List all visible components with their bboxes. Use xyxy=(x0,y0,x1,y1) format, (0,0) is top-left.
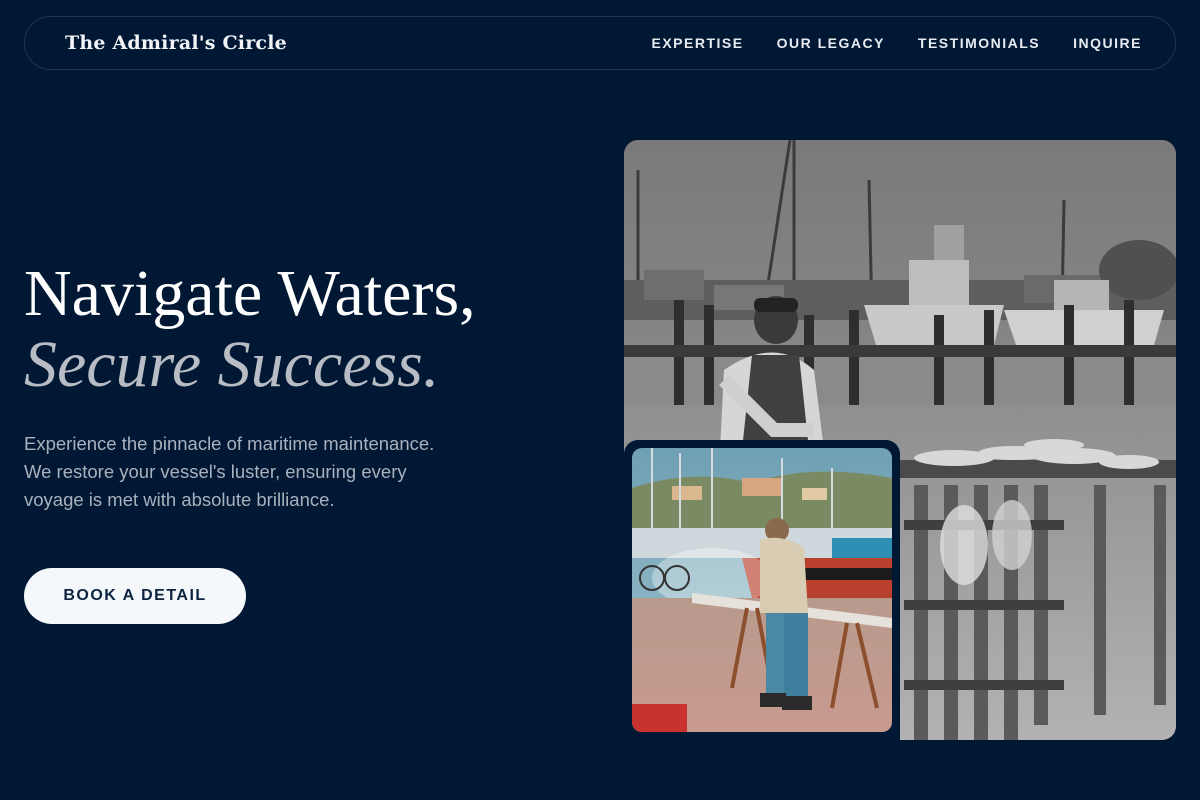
hero-description: Experience the pinnacle of maritime main… xyxy=(24,433,435,510)
book-detail-button[interactable]: BOOK A DETAIL xyxy=(24,568,246,624)
main-nav: EXPERTISE OUR LEGACY TESTIMONIALS INQUIR… xyxy=(651,35,1142,51)
hero-headline: Navigate Waters, Secure Success. xyxy=(24,258,544,400)
top-navbar: The Admiral's Circle EXPERTISE OUR LEGAC… xyxy=(24,16,1176,70)
headline-line-2: Secure Success. xyxy=(24,328,440,401)
nav-link-our-legacy[interactable]: OUR LEGACY xyxy=(777,35,885,51)
nav-link-testimonials[interactable]: TESTIMONIALS xyxy=(918,35,1040,51)
nav-link-expertise[interactable]: EXPERTISE xyxy=(651,35,743,51)
headline-line-1: Navigate Waters, xyxy=(24,257,476,330)
brand-logo[interactable]: The Admiral's Circle xyxy=(65,32,287,54)
hero-section: Navigate Waters, Secure Success. Experie… xyxy=(24,258,544,514)
boat-worker-image xyxy=(632,448,892,732)
boat-worker-photo-frame xyxy=(624,440,900,740)
nav-link-inquire[interactable]: INQUIRE xyxy=(1073,35,1142,51)
